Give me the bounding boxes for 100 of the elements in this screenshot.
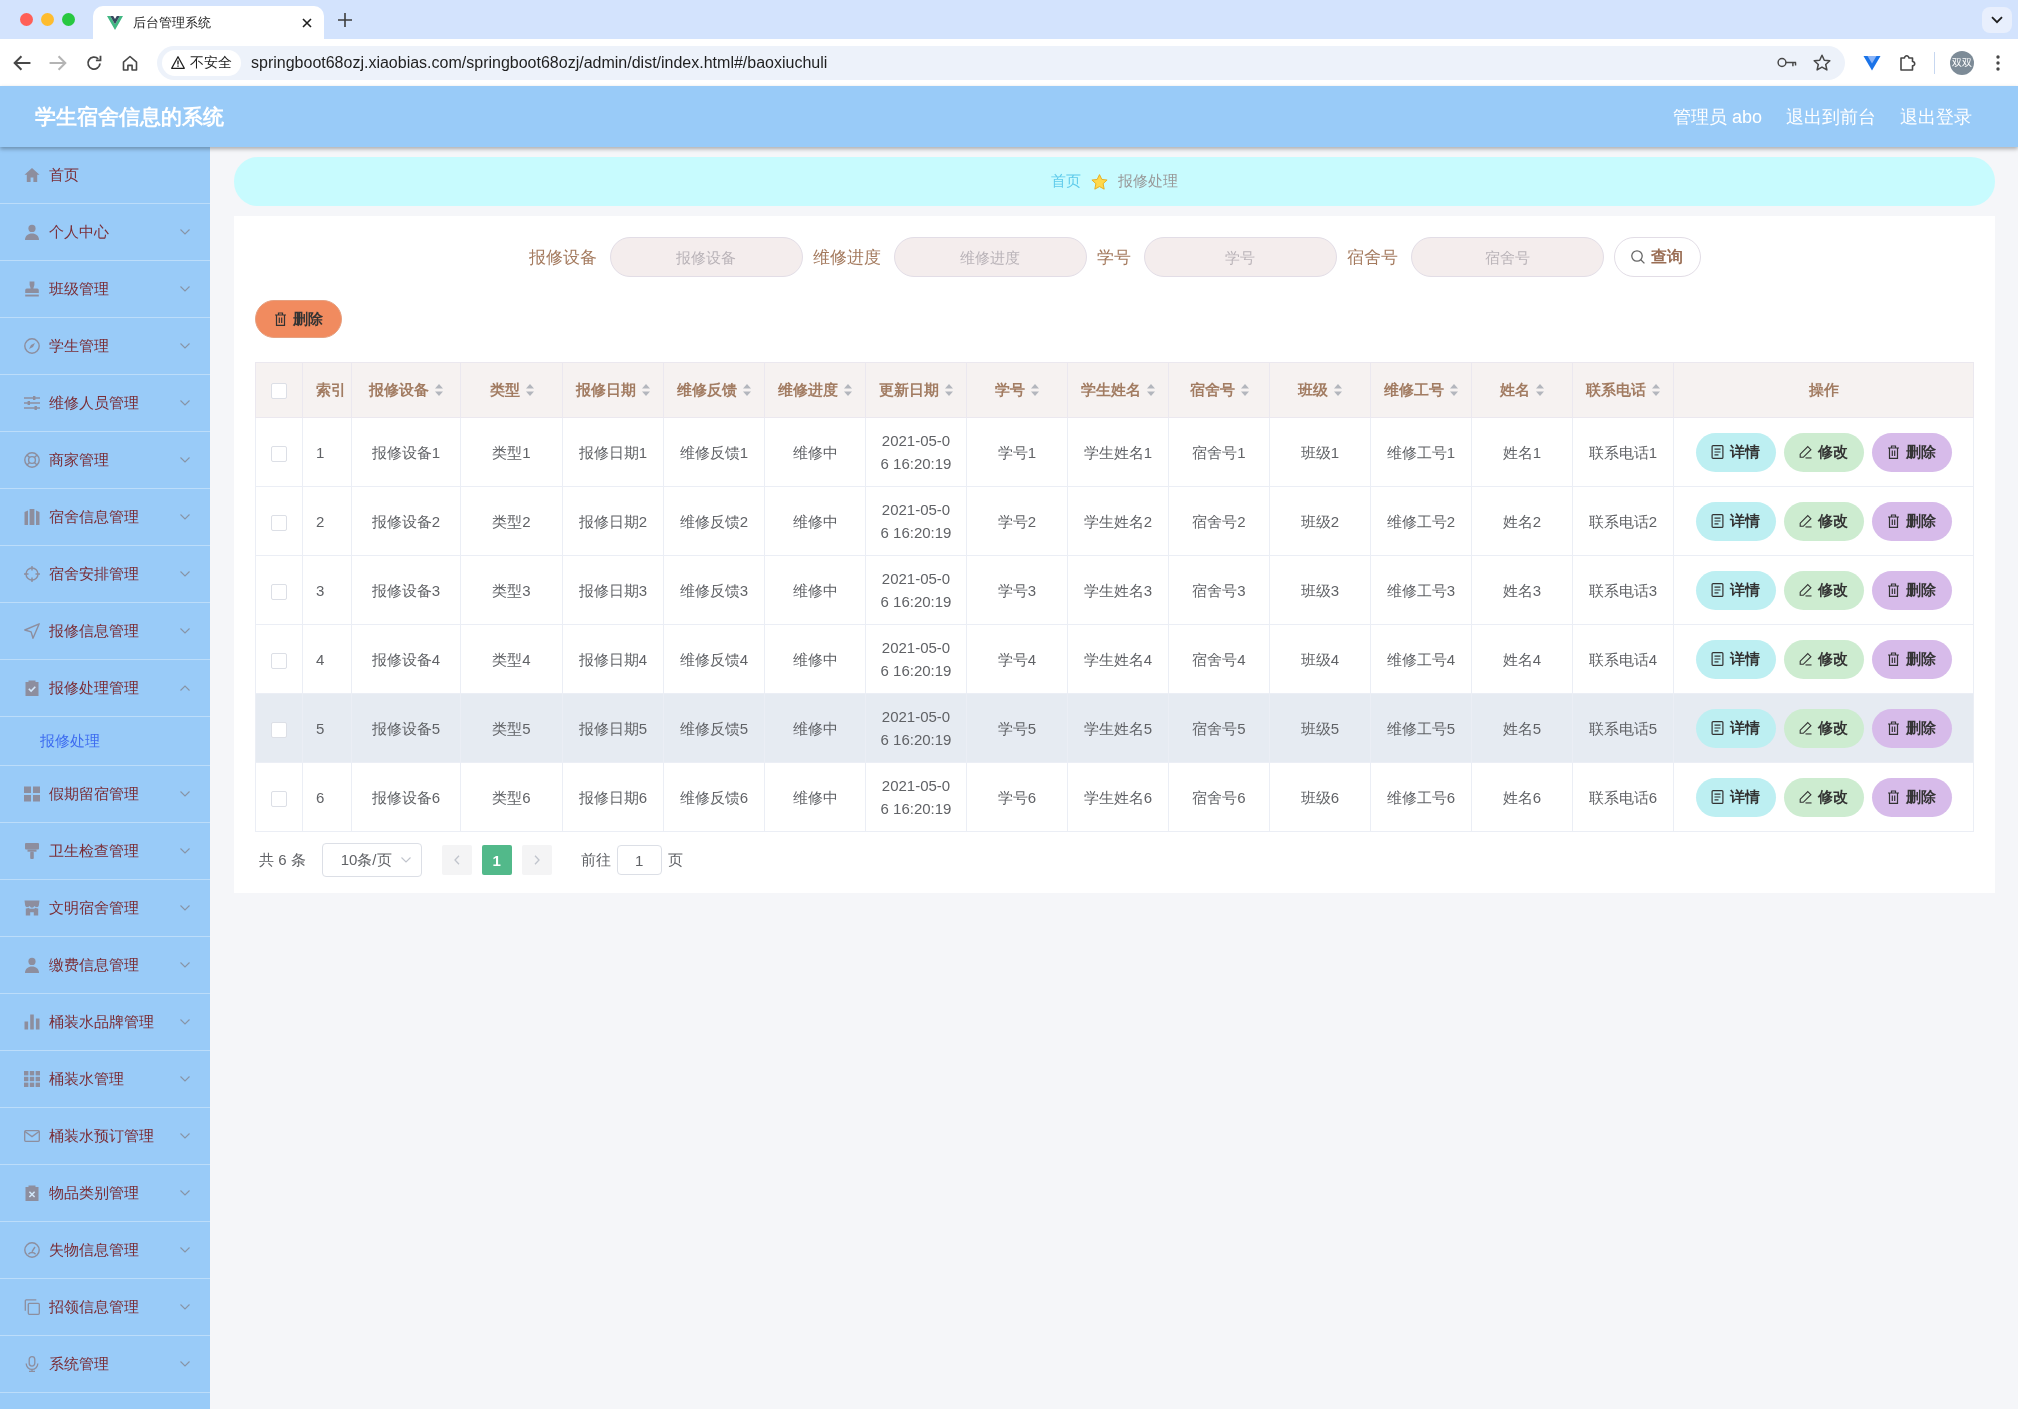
star-icon[interactable] (1813, 54, 1831, 71)
sidebar-item[interactable]: 首页 (0, 147, 210, 204)
sort-icon[interactable] (1240, 384, 1249, 396)
sort-icon[interactable] (1147, 384, 1155, 396)
row-checkbox[interactable] (271, 445, 287, 462)
search-input[interactable]: 宿舍号 (1410, 237, 1604, 277)
minimize-window-icon[interactable] (41, 13, 54, 26)
edit-button[interactable]: 修改 (1783, 432, 1864, 472)
sort-icon[interactable] (1031, 384, 1039, 396)
sidebar-item[interactable]: 宿舍信息管理 (0, 489, 210, 546)
row-checkbox[interactable] (271, 790, 287, 807)
sidebar-item[interactable]: 缴费信息管理 (0, 937, 210, 994)
row-checkbox[interactable] (271, 583, 287, 600)
trash-icon (1887, 583, 1900, 597)
sort-icon[interactable] (743, 384, 751, 396)
delete-button[interactable]: 删除 (1871, 432, 1952, 472)
sort-icon[interactable] (1334, 384, 1342, 396)
sidebar-item[interactable]: 文明宿舍管理 (0, 880, 210, 937)
table-cell: 维修工号3 (1370, 555, 1472, 625)
sort-icon[interactable] (1450, 384, 1458, 396)
edit-button[interactable]: 修改 (1783, 777, 1864, 817)
sidebar-item[interactable]: 桶装水品牌管理 (0, 994, 210, 1051)
search-input[interactable]: 学号 (1143, 237, 1337, 277)
column-label: 班级 (1298, 380, 1328, 400)
sort-icon[interactable] (525, 384, 534, 396)
column-label: 操作 (1808, 380, 1839, 400)
details-button[interactable]: 详情 (1695, 501, 1776, 541)
sidebar-item[interactable]: 物品类别管理 (0, 1165, 210, 1222)
delete-button[interactable]: 删除 (255, 300, 342, 338)
tab-list-button[interactable] (1982, 6, 2012, 33)
column-label: 学生姓名 (1081, 380, 1141, 400)
delete-button[interactable]: 删除 (1871, 501, 1952, 541)
sidebar-item[interactable]: 卫生检查管理 (0, 823, 210, 880)
plus-icon[interactable] (338, 12, 352, 27)
page-input[interactable]: 1 (616, 845, 662, 875)
details-button[interactable]: 详情 (1695, 708, 1776, 748)
clipboard-check-icon (24, 680, 40, 696)
row-checkbox[interactable] (271, 652, 287, 669)
address-field[interactable]: 不安全 springboot68ozj.xiaobias.com/springboot68ozj/admin/dist/index.html#/baoxiuchuli (157, 45, 1845, 80)
sidebar-item[interactable]: 学生管理 (0, 318, 210, 375)
sidebar-item[interactable]: 报修信息管理 (0, 603, 210, 660)
sidebar-item[interactable]: 桶装水预订管理 (0, 1108, 210, 1165)
sort-icon[interactable] (844, 384, 852, 396)
delete-button[interactable]: 删除 (1871, 777, 1952, 817)
maximize-window-icon[interactable] (62, 13, 75, 26)
sort-icon[interactable] (1652, 384, 1660, 396)
funnel-icon[interactable] (1863, 54, 1881, 71)
sort-icon[interactable] (642, 384, 650, 396)
browser-tab[interactable]: 后台管理系统 (93, 6, 324, 39)
edit-button[interactable]: 修改 (1783, 570, 1864, 610)
edit-button[interactable]: 修改 (1783, 639, 1864, 679)
sort-icon[interactable] (945, 384, 953, 396)
key-icon[interactable] (1777, 57, 1797, 68)
copy-icon (24, 1299, 40, 1315)
delete-button[interactable]: 删除 (1871, 570, 1952, 610)
sidebar-item[interactable]: 商家管理 (0, 432, 210, 489)
reload-icon[interactable] (85, 54, 103, 71)
search-button[interactable]: 查询 (1613, 237, 1701, 277)
more-icon[interactable] (1996, 54, 2000, 71)
edit-button[interactable]: 修改 (1783, 708, 1864, 748)
close-icon[interactable] (302, 17, 312, 28)
table-cell: 维修中 (764, 417, 866, 487)
column-label: 宿舍号 (1189, 380, 1235, 400)
details-button[interactable]: 详情 (1695, 570, 1776, 610)
profile-button[interactable]: 双双 (1950, 50, 1974, 75)
search-input[interactable]: 维修进度 (893, 237, 1087, 277)
row-checkbox[interactable] (271, 514, 287, 531)
sidebar-item[interactable]: 假期留宿管理 (0, 766, 210, 823)
delete-button[interactable]: 删除 (1871, 708, 1952, 748)
microphone-icon (24, 1356, 40, 1372)
delete-button[interactable]: 删除 (1871, 639, 1952, 679)
details-button[interactable]: 详情 (1695, 777, 1776, 817)
sidebar-item[interactable]: 失物信息管理 (0, 1222, 210, 1279)
sidebar-item[interactable]: 宿舍安排管理 (0, 546, 210, 603)
brush-icon (24, 843, 40, 859)
puzzle-icon[interactable] (1899, 54, 1917, 71)
sidebar-item[interactable]: 招领信息管理 (0, 1279, 210, 1336)
select-all-checkbox[interactable] (271, 383, 287, 399)
sidebar-item[interactable]: 系统管理 (0, 1336, 210, 1393)
home-icon[interactable] (121, 54, 139, 71)
security-button[interactable]: 不安全 (162, 49, 241, 76)
back-icon[interactable] (13, 54, 31, 71)
page-size-select[interactable]: 10条/页 (321, 843, 422, 877)
sort-icon[interactable] (435, 384, 443, 396)
sidebar-item[interactable]: 个人中心 (0, 204, 210, 261)
sort-icon[interactable] (1536, 384, 1544, 396)
row-checkbox[interactable] (271, 721, 287, 738)
pencil-icon (1799, 721, 1812, 735)
close-window-icon[interactable] (20, 13, 33, 26)
table-cell: 宿舍号1 (1168, 417, 1270, 487)
edit-button[interactable]: 修改 (1783, 501, 1864, 541)
sidebar-item[interactable]: 报修处理管理 (0, 660, 210, 717)
table-cell: 类型3 (460, 555, 563, 625)
sidebar-item[interactable]: 班级管理 (0, 261, 210, 318)
person-icon (24, 224, 40, 240)
search-input[interactable]: 报修设备 (609, 237, 803, 277)
sidebar-item[interactable]: 桶装水管理 (0, 1051, 210, 1108)
details-button[interactable]: 详情 (1695, 432, 1776, 472)
sidebar-item[interactable]: 维修人员管理 (0, 375, 210, 432)
details-button[interactable]: 详情 (1695, 639, 1776, 679)
